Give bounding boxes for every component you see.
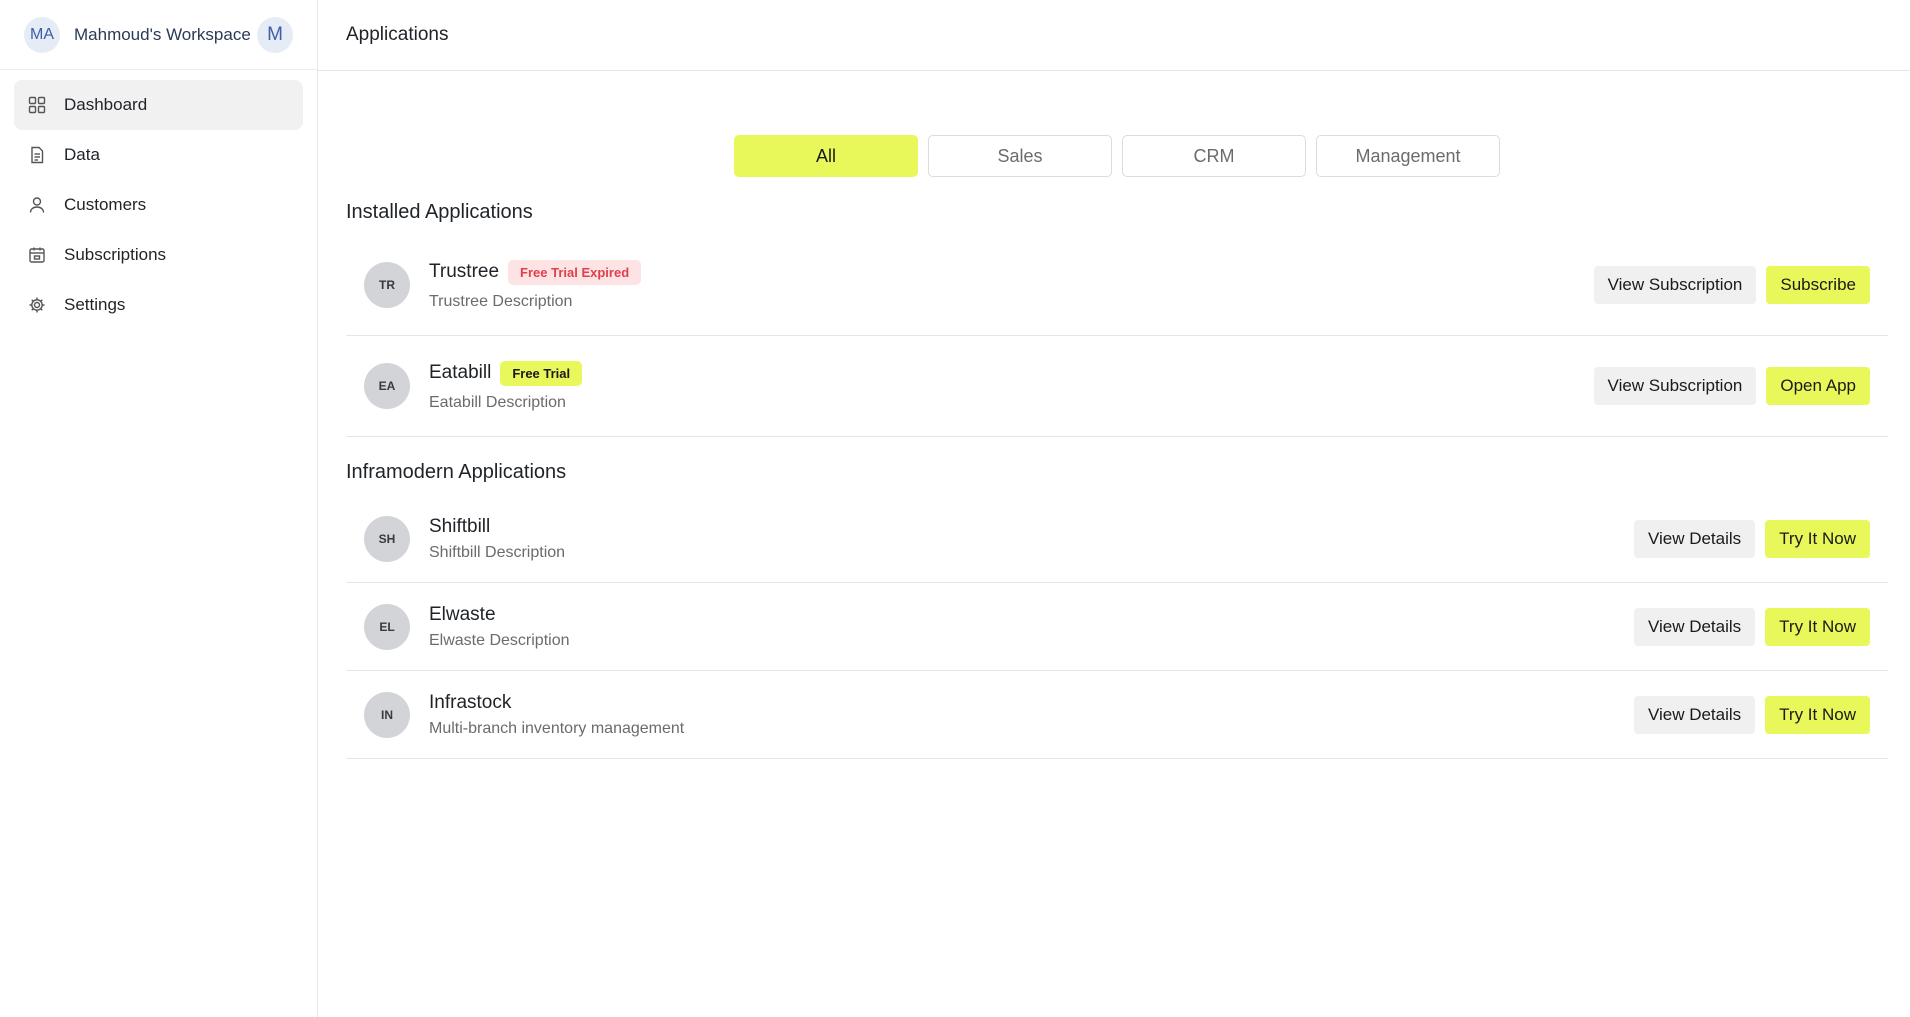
- app-info: Infrastock Multi-branch inventory manage…: [429, 692, 1634, 738]
- app-description: Eatabill Description: [429, 393, 566, 411]
- sidebar-item-label: Subscriptions: [64, 245, 167, 264]
- app-name: Infrastock: [429, 691, 512, 713]
- tab-crm[interactable]: CRM: [1122, 135, 1306, 177]
- view-details-button[interactable]: View Details: [1633, 519, 1756, 558]
- app-info: Eatabill Free Trial Eatabill Description: [429, 360, 1594, 412]
- app-title-line: Elwaste: [429, 604, 1634, 626]
- list-item: EL Elwaste Elwaste Description View Deta…: [346, 583, 1888, 671]
- app-actions: View Subscription Subscribe: [1593, 266, 1870, 304]
- app-title-line: Infrastock: [429, 692, 1634, 714]
- workspace-switcher[interactable]: MA Mahmoud's Workspace M: [0, 0, 317, 70]
- app-title-line: Shiftbill: [429, 516, 1634, 538]
- status-badge: Free Trial: [500, 360, 583, 386]
- view-subscription-button[interactable]: View Subscription: [1593, 266, 1757, 304]
- gear-icon: [28, 296, 46, 314]
- app-description: Elwaste Description: [429, 631, 570, 649]
- content-area: All Sales CRM Management Installed Appli…: [318, 135, 1910, 759]
- app-description: Shiftbill Description: [429, 543, 566, 561]
- sidebar-nav: Dashboard Data Customers Subscriptions S…: [0, 70, 317, 340]
- sidebar-item-label: Customers: [64, 195, 147, 214]
- app-info: Elwaste Elwaste Description: [429, 604, 1634, 650]
- app-actions: View Details Try It Now: [1633, 607, 1870, 646]
- tab-management[interactable]: Management: [1316, 135, 1500, 177]
- sidebar: MA Mahmoud's Workspace M Dashboard Data …: [0, 0, 318, 1017]
- installed-section-title: Installed Applications: [346, 201, 533, 223]
- try-it-now-button[interactable]: Try It Now: [1765, 695, 1870, 734]
- subscribe-button[interactable]: Subscribe: [1766, 266, 1870, 304]
- grid-icon: [28, 96, 46, 114]
- calendar-box-icon: [28, 246, 46, 264]
- app-avatar: TR: [364, 262, 410, 308]
- workspace-name: Mahmoud's Workspace: [74, 24, 251, 44]
- inframodern-app-list: SH Shiftbill Shiftbill Description View …: [346, 495, 1888, 759]
- list-item: TR Trustree Free Trial Expired Trustree …: [346, 235, 1888, 336]
- app-name: Elwaste: [429, 603, 496, 625]
- sidebar-item-customers[interactable]: Customers: [14, 180, 303, 230]
- main-content: Applications All Sales CRM Management In…: [318, 0, 1910, 1017]
- tab-all[interactable]: All: [734, 135, 918, 177]
- view-details-button[interactable]: View Details: [1633, 695, 1756, 734]
- filter-tabs: All Sales CRM Management: [346, 135, 1888, 177]
- workspace-avatar: MA: [24, 16, 60, 53]
- app-info: Trustree Free Trial Expired Trustree Des…: [429, 259, 1594, 311]
- sidebar-item-label: Settings: [64, 295, 126, 314]
- tab-sales[interactable]: Sales: [928, 135, 1112, 177]
- app-description: Multi-branch inventory management: [429, 719, 685, 737]
- sidebar-item-settings[interactable]: Settings: [14, 280, 303, 330]
- installed-app-list: TR Trustree Free Trial Expired Trustree …: [346, 235, 1888, 437]
- app-name: Eatabill: [429, 362, 492, 383]
- list-item: EA Eatabill Free Trial Eatabill Descript…: [346, 336, 1888, 437]
- app-description: Trustree Description: [429, 292, 573, 310]
- view-details-button[interactable]: View Details: [1633, 607, 1756, 646]
- inframodern-section-title: Inframodern Applications: [346, 461, 567, 483]
- sidebar-item-dashboard[interactable]: Dashboard: [14, 80, 303, 130]
- app-root: MA Mahmoud's Workspace M Dashboard Data …: [0, 0, 1910, 1017]
- sidebar-item-label: Dashboard: [64, 95, 148, 114]
- try-it-now-button[interactable]: Try It Now: [1765, 607, 1870, 646]
- app-info: Shiftbill Shiftbill Description: [429, 516, 1634, 562]
- app-avatar: SH: [364, 515, 410, 562]
- page-header: Applications: [318, 0, 1910, 71]
- list-item: IN Infrastock Multi-branch inventory man…: [346, 671, 1888, 759]
- app-avatar: IN: [364, 691, 410, 738]
- document-icon: [28, 146, 46, 164]
- app-actions: View Subscription Open App: [1593, 367, 1870, 405]
- try-it-now-button[interactable]: Try It Now: [1765, 519, 1870, 558]
- list-item: SH Shiftbill Shiftbill Description View …: [346, 495, 1888, 583]
- page-title: Applications: [346, 24, 449, 45]
- app-actions: View Details Try It Now: [1633, 519, 1870, 558]
- app-name: Shiftbill: [429, 515, 491, 537]
- user-avatar[interactable]: M: [257, 16, 293, 53]
- view-subscription-button[interactable]: View Subscription: [1593, 367, 1757, 405]
- app-name: Trustree: [429, 261, 500, 282]
- status-badge: Free Trial Expired: [508, 259, 642, 285]
- sidebar-item-label: Data: [64, 145, 100, 164]
- app-actions: View Details Try It Now: [1633, 695, 1870, 734]
- app-title-line: Trustree Free Trial Expired: [429, 259, 1594, 285]
- app-avatar: EL: [364, 603, 410, 650]
- sidebar-item-subscriptions[interactable]: Subscriptions: [14, 230, 303, 280]
- user-icon: [28, 196, 46, 214]
- app-avatar: EA: [364, 363, 410, 409]
- open-app-button[interactable]: Open App: [1766, 367, 1870, 405]
- sidebar-item-data[interactable]: Data: [14, 130, 303, 180]
- app-title-line: Eatabill Free Trial: [429, 360, 1594, 386]
